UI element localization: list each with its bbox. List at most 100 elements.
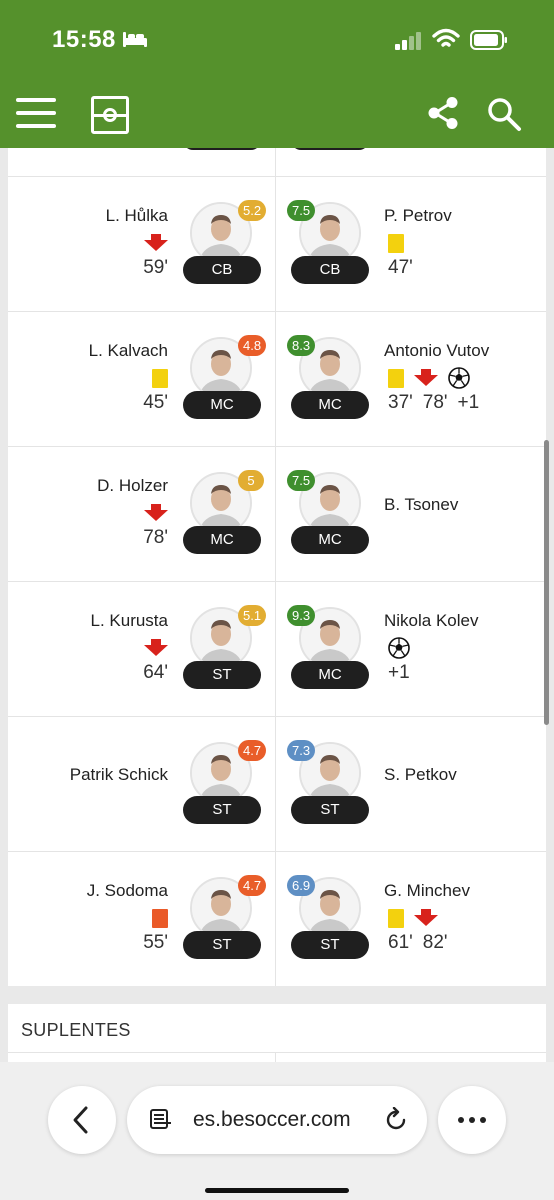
event-minutes: 47' [388, 257, 413, 279]
more-options-button[interactable] [438, 1086, 506, 1154]
event-minutes: 55' [143, 932, 168, 954]
substitutes-title: SUPLENTES [21, 1020, 131, 1040]
player-events [144, 232, 168, 254]
yellow-card-icon [388, 368, 404, 388]
wifi-icon [432, 28, 460, 47]
red-card-icon [152, 908, 168, 928]
player-events [388, 367, 470, 389]
event-minutes: 37' 78' +1 [388, 392, 479, 414]
lineup-content: L. Hůlka 59' 5.2 CB P. Petrov 47' 7.5 CB L. Ka… [0, 148, 554, 1068]
player-name[interactable]: Patrik Schick [70, 765, 168, 785]
player-rating-badge: 7.5 [287, 470, 316, 491]
player-events [388, 232, 404, 254]
event-minute: 78' [422, 392, 448, 413]
home-indicator [205, 1188, 349, 1193]
player-rating-badge: 7.5 [287, 200, 316, 221]
position-pill: CB [291, 256, 369, 284]
player-name[interactable]: L. Kurusta [91, 611, 169, 631]
player-name[interactable]: Nikola Kolev [384, 611, 479, 631]
event-minutes: 59' [143, 257, 168, 279]
player-rating-badge: 5.2 [238, 200, 267, 221]
player-name[interactable]: S. Petkov [384, 765, 457, 785]
pitch-field-icon[interactable] [91, 96, 129, 134]
ellipsis-icon [458, 1117, 486, 1123]
position-pill: MC [291, 661, 369, 689]
player-name[interactable]: G. Minchev [384, 881, 470, 901]
back-button[interactable] [48, 1086, 116, 1154]
yellow-card-icon [388, 908, 404, 928]
event-minute: 82' [422, 932, 448, 953]
position-pill: MC [183, 526, 261, 554]
position-pill: ST [183, 661, 261, 689]
lineup-row: L. Kalvach 45' 4.8 MC Antonio Vutov 37' 78' +1… [8, 311, 546, 446]
lineup-row: L. Kurusta 64' 5.1 ST Nikola Kolev +1 9.3 MC [8, 581, 546, 716]
event-minute: 78' [143, 527, 168, 548]
search-icon[interactable] [486, 96, 522, 132]
address-bar[interactable]: es.besoccer.com [127, 1086, 427, 1154]
event-minutes: 61' 82' [388, 932, 448, 954]
player-name[interactable]: D. Holzer [97, 476, 168, 496]
player-rating-badge: 9.3 [287, 605, 316, 626]
lineup-card: L. Hůlka 59' 5.2 CB P. Petrov 47' 7.5 CB L. Ka… [8, 148, 546, 986]
share-icon[interactable] [426, 96, 460, 130]
player-rating-badge: 7.3 [287, 740, 316, 761]
event-minute: 59' [143, 257, 168, 278]
goal-ball-icon [448, 367, 470, 389]
event-minute: +1 [388, 662, 410, 683]
event-minute: 64' [143, 662, 168, 683]
event-minute: 55' [143, 932, 168, 953]
player-name[interactable]: L. Kalvach [89, 341, 168, 361]
goal-ball-icon [388, 637, 410, 659]
reader-mode-icon[interactable] [149, 1109, 173, 1131]
app-header [0, 78, 554, 148]
player-rating-badge: 8.3 [287, 335, 316, 356]
page-scrollbar[interactable] [544, 440, 549, 725]
position-pill: MC [183, 391, 261, 419]
position-pill: MC [291, 526, 369, 554]
player-events [144, 502, 168, 524]
yellow-card-icon [152, 368, 168, 388]
player-events [152, 907, 168, 929]
row-divider [8, 1052, 546, 1053]
reload-icon[interactable] [383, 1107, 409, 1133]
player-events [152, 367, 168, 389]
event-minute: 45' [143, 392, 168, 413]
url-text: es.besoccer.com [193, 1108, 351, 1131]
position-pill-partial [291, 148, 369, 150]
lineup-row: L. Hůlka 59' 5.2 CB P. Petrov 47' 7.5 CB [8, 176, 546, 311]
sub-out-icon [144, 503, 168, 521]
status-bar: 15:58 [0, 0, 554, 78]
sub-out-icon [144, 233, 168, 251]
event-minute: 47' [388, 257, 413, 278]
player-name[interactable]: P. Petrov [384, 206, 452, 226]
player-events [388, 637, 410, 659]
player-name[interactable]: B. Tsonev [384, 495, 458, 515]
player-rating-badge: 4.8 [238, 335, 267, 356]
sleep-focus-icon [123, 32, 147, 47]
player-name[interactable]: J. Sodoma [87, 881, 168, 901]
event-minutes: +1 [388, 662, 410, 684]
player-name[interactable]: L. Hůlka [106, 206, 168, 226]
event-minutes: 64' [143, 662, 168, 684]
position-pill-partial [183, 148, 261, 150]
browser-toolbar: es.besoccer.com [0, 1062, 554, 1200]
position-pill: ST [291, 796, 369, 824]
substitutes-section: SUPLENTES [8, 1004, 546, 1068]
cellular-signal-icon [395, 32, 421, 50]
player-rating-badge: 5.1 [238, 605, 267, 626]
player-name[interactable]: Antonio Vutov [384, 341, 489, 361]
sub-out-icon [414, 368, 438, 386]
event-minute: 37' [388, 392, 413, 413]
sub-out-icon [414, 908, 438, 926]
status-time: 15:58 [52, 26, 116, 53]
lineup-row: J. Sodoma 55' 4.7 ST G. Minchev 61' 82' 6.9 ST [8, 851, 546, 986]
player-rating-badge: 4.7 [238, 875, 267, 896]
hamburger-menu-icon[interactable] [16, 98, 56, 128]
player-rating-badge: 6.9 [287, 875, 316, 896]
player-rating-badge: 4.7 [238, 740, 267, 761]
position-pill: MC [291, 391, 369, 419]
position-pill: ST [183, 931, 261, 959]
event-minutes: 78' [143, 527, 168, 549]
lineup-row: Patrik Schick 4.7 ST S. Petkov 7.3 ST [8, 716, 546, 851]
yellow-card-icon [388, 233, 404, 253]
